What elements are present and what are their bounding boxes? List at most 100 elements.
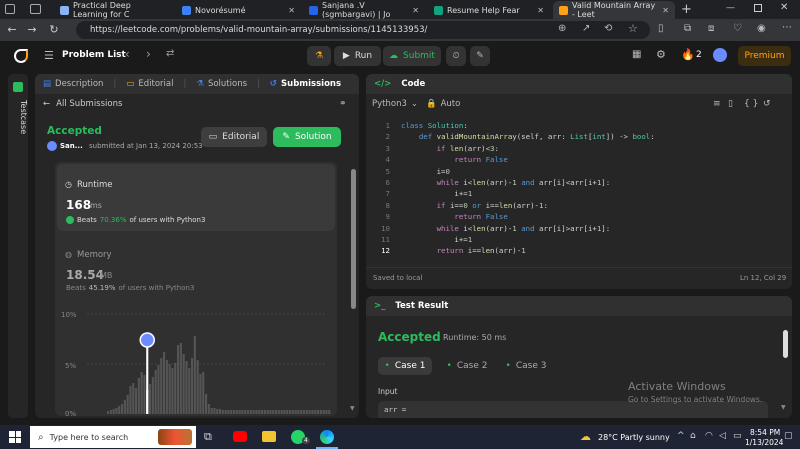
bar[interactable] [121, 404, 124, 414]
extensions-icon[interactable]: ⧉ [684, 23, 691, 34]
submit-button[interactable]: ☁ Submit [383, 46, 441, 66]
bar[interactable] [182, 354, 185, 414]
bar[interactable] [188, 368, 191, 414]
bar[interactable] [165, 360, 168, 414]
submitter-name[interactable]: San... [60, 142, 83, 150]
bar[interactable] [317, 410, 320, 414]
reset-code-icon[interactable]: ↺ [763, 99, 771, 109]
bar[interactable] [140, 372, 143, 414]
minimize-icon[interactable]: — [726, 3, 735, 13]
youtube-app-icon[interactable] [233, 431, 247, 442]
collections-icon[interactable]: ⧈ [708, 23, 714, 34]
bar[interactable] [252, 410, 255, 414]
zoom-icon[interactable]: ⊕ [558, 23, 566, 34]
bar[interactable] [191, 358, 194, 414]
premium-button[interactable]: Premium [738, 46, 791, 66]
bar[interactable] [160, 358, 163, 414]
network-icon[interactable]: ⌂ [690, 431, 696, 441]
bar[interactable] [230, 410, 233, 414]
bar[interactable] [235, 410, 238, 414]
bar[interactable] [163, 352, 166, 414]
more-icon[interactable]: ⋯ [782, 22, 792, 33]
scrollbar-thumb[interactable] [351, 169, 356, 309]
tab-groups-icon[interactable] [30, 4, 41, 14]
bar[interactable] [177, 345, 180, 414]
close-icon[interactable]: ✕ [288, 6, 295, 15]
prev-problem-icon[interactable]: ‹ [125, 47, 130, 61]
bar[interactable] [258, 410, 261, 414]
forward-icon[interactable]: → [22, 23, 42, 36]
problem-list-link[interactable]: Problem List [62, 50, 126, 60]
debug-icon[interactable]: ⚗ [307, 46, 331, 66]
bar[interactable] [286, 410, 289, 414]
bar[interactable] [171, 368, 174, 414]
bar[interactable] [241, 410, 244, 414]
tab-editorial[interactable]: ▭ Editorial [126, 79, 173, 89]
bar[interactable] [185, 361, 188, 414]
bar[interactable] [219, 409, 222, 414]
maximize-icon[interactable] [754, 4, 762, 12]
bar[interactable] [266, 410, 269, 414]
memory-label[interactable]: Memory [77, 250, 112, 260]
file-explorer-icon[interactable] [262, 431, 276, 442]
browser-tab[interactable]: Resume Help Fear ✕ [428, 1, 550, 19]
bar[interactable] [109, 410, 112, 414]
tab-solutions[interactable]: ⚗ Solutions [196, 79, 247, 89]
timer-icon[interactable]: ⏲ [446, 46, 466, 66]
bar[interactable] [213, 408, 216, 414]
bar[interactable] [202, 372, 205, 414]
clock-time[interactable]: 8:54 PM [750, 428, 780, 437]
reading-list-icon[interactable]: ▯ [658, 23, 664, 34]
braces-icon[interactable]: { } [744, 99, 758, 109]
runtime-distribution-chart[interactable]: 10% 5% 0% [55, 302, 337, 416]
back-icon[interactable]: ← [2, 23, 22, 36]
next-problem-icon[interactable]: › [146, 47, 151, 61]
browser-tab[interactable]: Sanjana .V (sgmbargavi) | Jo ✕ [303, 1, 425, 19]
profile-icon[interactable]: ◉ [757, 23, 766, 34]
notes-icon[interactable]: ✎ [470, 46, 490, 66]
battery-icon[interactable]: ▭ [733, 431, 742, 441]
bar[interactable] [154, 370, 157, 414]
solution-button[interactable]: ✎ Solution [273, 127, 341, 147]
browser-tab[interactable]: Practical Deep Learning for C [54, 1, 172, 19]
bar[interactable] [151, 377, 154, 414]
bar[interactable] [308, 410, 311, 414]
avatar[interactable] [713, 48, 727, 62]
bar[interactable] [210, 408, 213, 414]
edge-browser-icon[interactable] [320, 430, 334, 444]
bar[interactable] [263, 410, 266, 414]
bar[interactable] [249, 410, 252, 414]
format-code-icon[interactable]: ≡ [713, 99, 721, 109]
new-tab-icon[interactable]: + [681, 2, 692, 17]
bar[interactable] [224, 410, 227, 414]
taskbar-search-input[interactable]: ⌕ Type here to search [30, 426, 196, 448]
bar[interactable] [272, 410, 275, 414]
notifications-icon[interactable]: ▢ [784, 431, 793, 441]
bar[interactable] [179, 343, 182, 414]
close-icon[interactable]: ✕ [662, 6, 669, 15]
bar[interactable] [174, 363, 177, 414]
volume-icon[interactable]: ◁ [719, 431, 726, 441]
bar[interactable] [199, 374, 202, 414]
case-1-tab[interactable]: • Case 1 [378, 357, 432, 375]
bar[interactable] [207, 404, 210, 414]
windows-start-icon[interactable] [9, 431, 21, 443]
bar[interactable] [300, 410, 303, 414]
bar[interactable] [283, 410, 286, 414]
layout-icon[interactable]: ▦ [632, 49, 641, 60]
weather-text[interactable]: 28°C Partly sunny [598, 433, 670, 442]
bar[interactable] [135, 388, 138, 414]
bar[interactable] [277, 410, 280, 414]
editorial-button[interactable]: ▭ Editorial [201, 127, 267, 147]
bar[interactable] [291, 410, 294, 414]
bar[interactable] [244, 410, 247, 414]
bar[interactable] [328, 410, 331, 414]
bar[interactable] [247, 410, 250, 414]
bar[interactable] [149, 384, 152, 414]
reload-icon[interactable]: ↻ [44, 23, 64, 36]
language-select[interactable]: Python3 ⌄ [372, 99, 418, 109]
case-3-tab[interactable]: • Case 3 [499, 357, 553, 375]
bar[interactable] [168, 364, 171, 414]
bar[interactable] [196, 360, 199, 414]
bar[interactable] [129, 386, 132, 414]
